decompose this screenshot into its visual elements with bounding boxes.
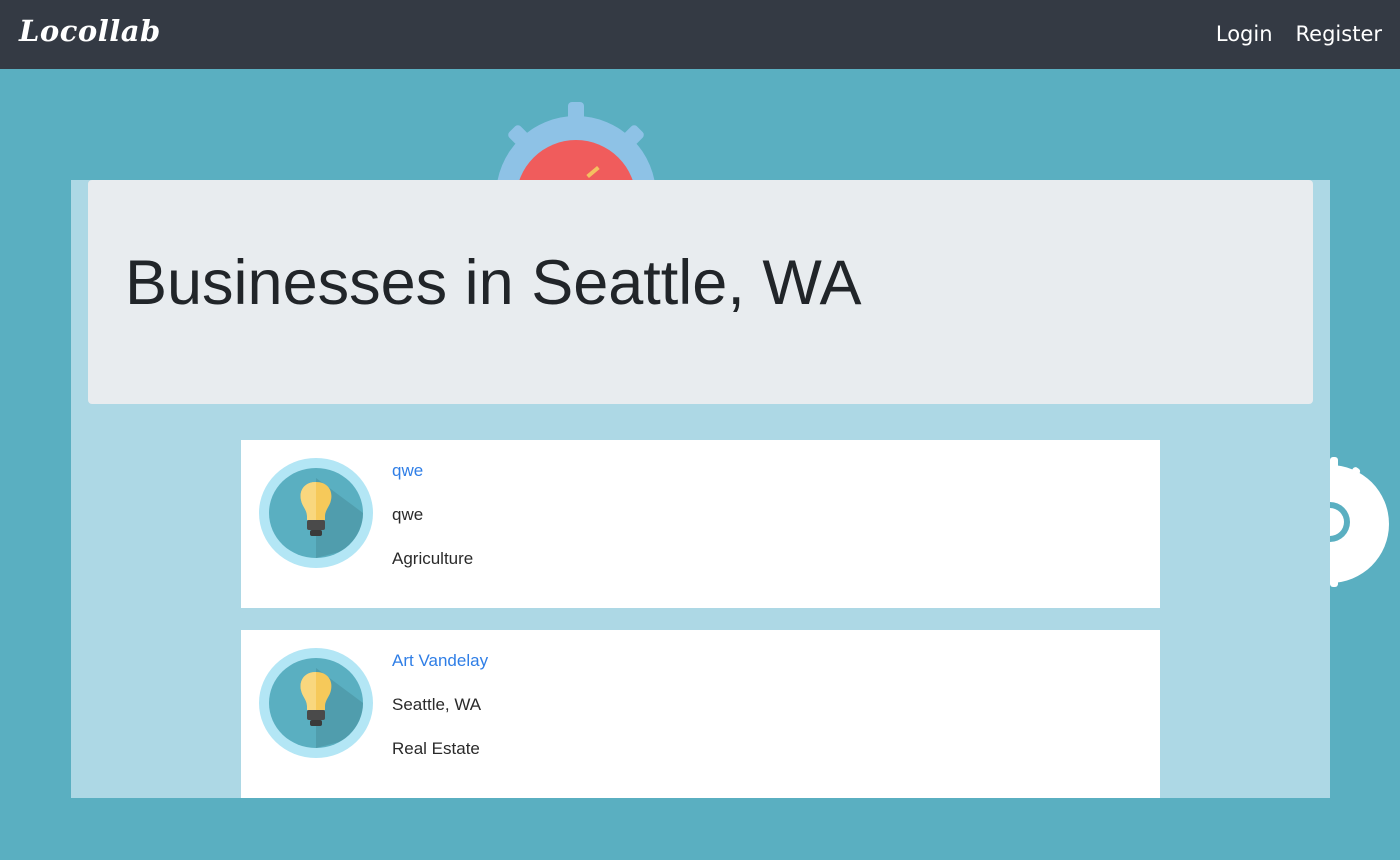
brand-logo[interactable]: Locollab xyxy=(19,14,161,48)
login-link[interactable]: Login xyxy=(1216,22,1273,46)
gear-icon xyxy=(1330,457,1389,587)
business-category: Agriculture xyxy=(392,549,474,568)
register-link[interactable]: Register xyxy=(1296,22,1382,46)
business-name-link[interactable]: Art Vandelay xyxy=(392,651,488,671)
page-title: Businesses in Seattle, WA xyxy=(125,248,862,318)
nav-links: Login Register xyxy=(1216,22,1382,46)
lightbulb-icon xyxy=(259,458,373,568)
lightbulb-icon xyxy=(259,648,373,758)
business-location: qwe xyxy=(392,505,424,524)
gear-icon xyxy=(497,102,655,182)
business-name-link[interactable]: qwe xyxy=(392,461,423,481)
main-panel: Businesses in Seattle, WA qwe qwe Agricu… xyxy=(71,180,1330,798)
business-location: Seattle, WA xyxy=(392,695,482,714)
business-category: Real Estate xyxy=(392,739,480,758)
top-navbar: Locollab Login Register xyxy=(0,0,1400,69)
business-card: qwe qwe Agriculture xyxy=(241,440,1160,608)
page-header: Businesses in Seattle, WA xyxy=(88,180,1313,404)
business-card: Art Vandelay Seattle, WA Real Estate xyxy=(241,630,1160,798)
